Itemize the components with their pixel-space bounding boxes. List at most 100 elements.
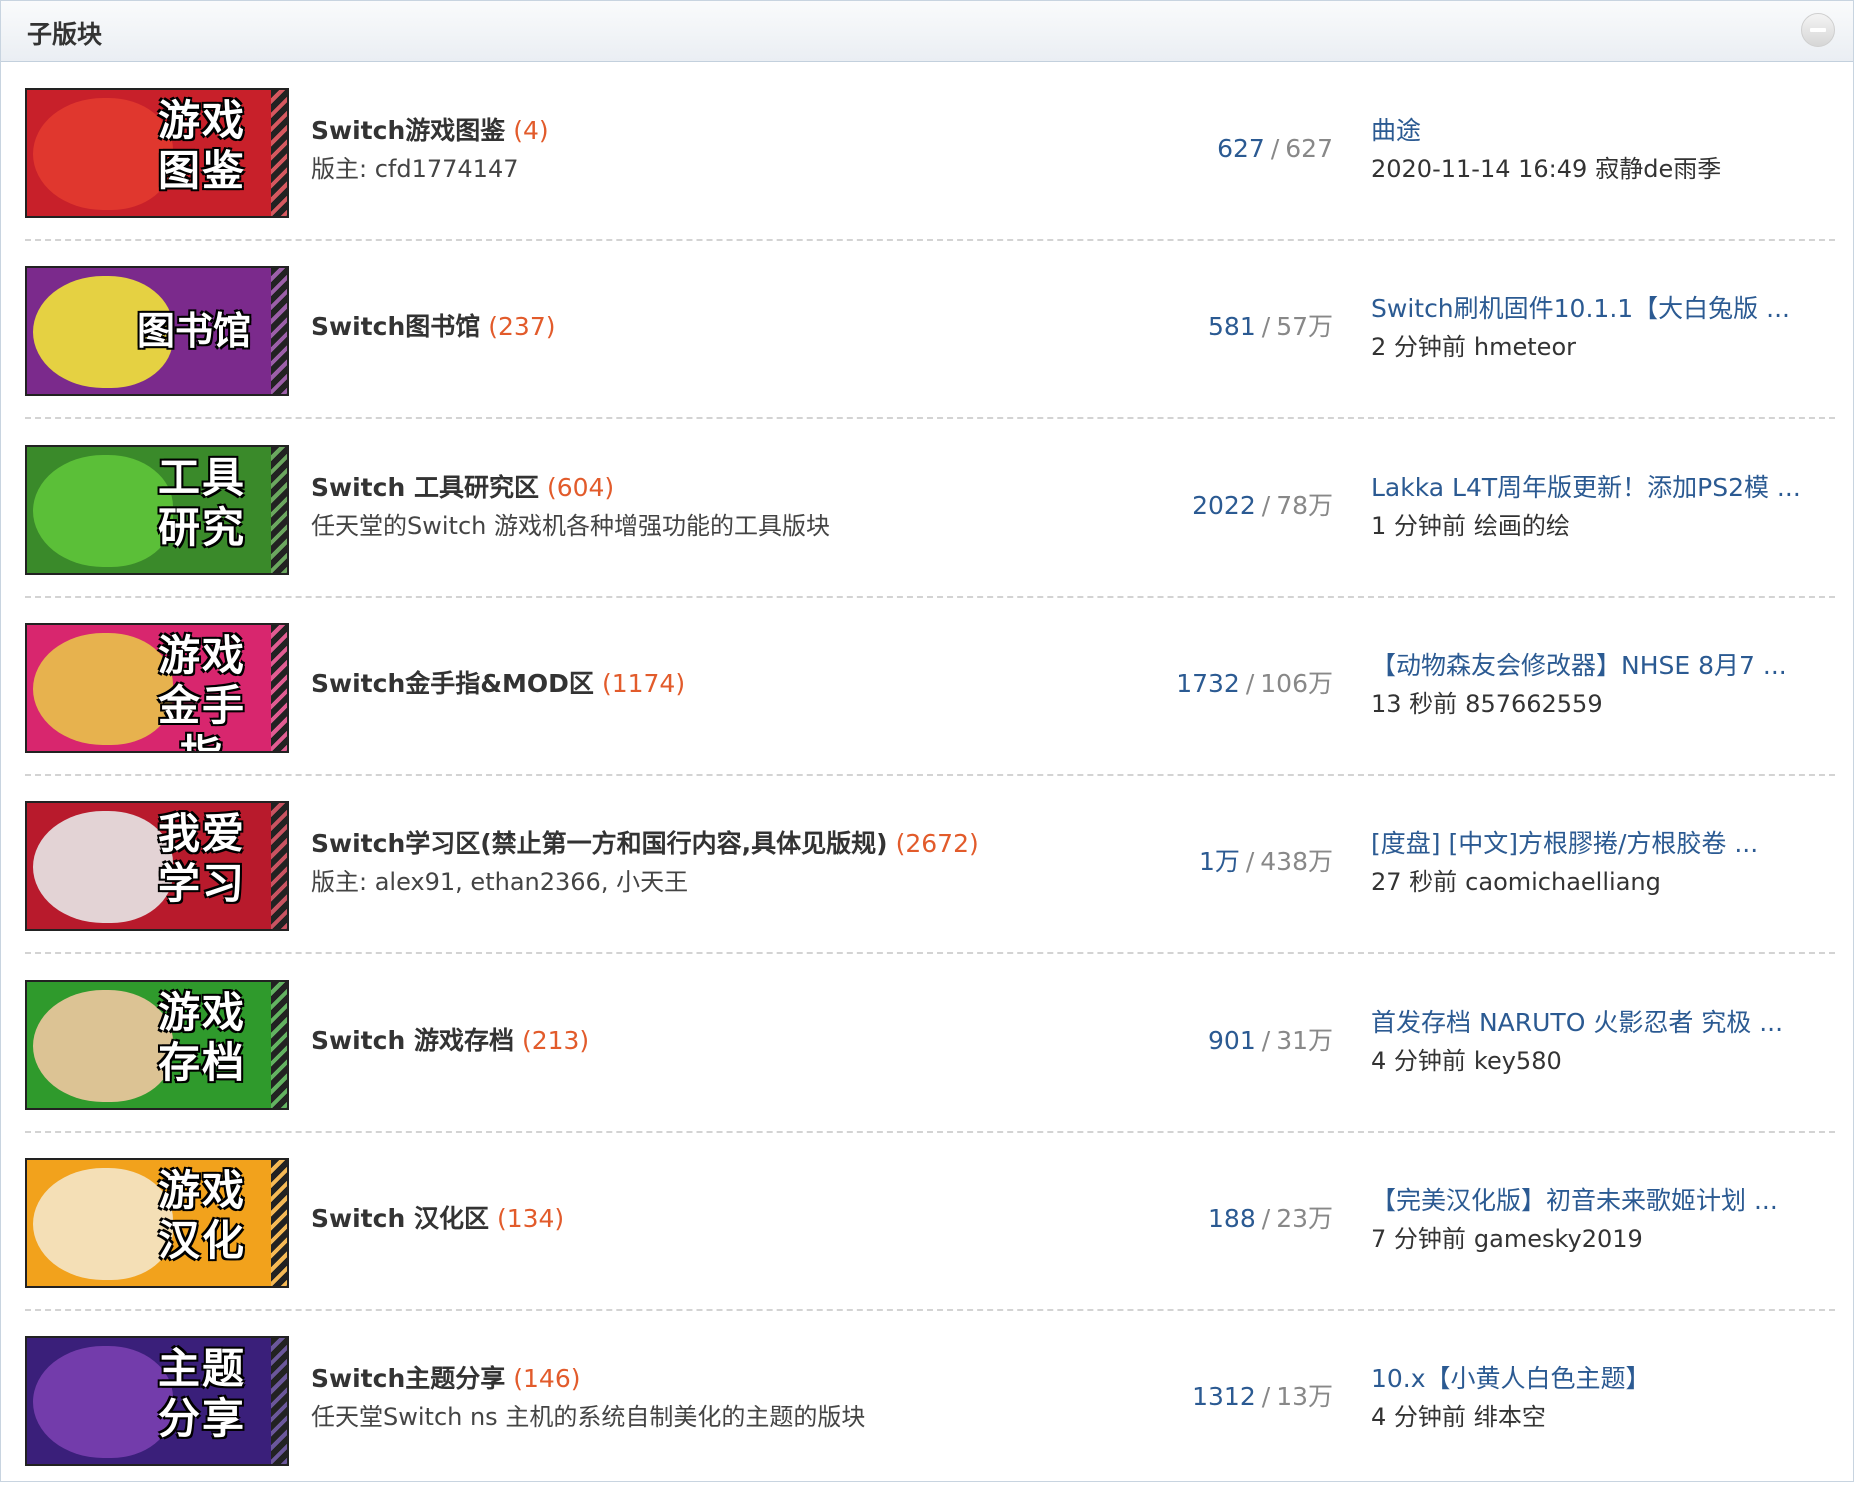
forum-stats: 581/57万 [1208,309,1333,345]
post-count: 627 [1285,134,1333,163]
forum-thumbnail[interactable]: 游戏金手指 [25,622,289,753]
latest-post: 【完美汉化版】初音未来歌姬计划 ... 7 分钟前 gamesky2019 [1371,1183,1811,1257]
forum-row: 游戏图鉴 Switch游戏图鉴 (4) 版主: cfd1774147 627/627 曲途… [1,63,1853,241]
panel-title: 子版块 [27,20,103,49]
thread-count: 1312 [1192,1382,1256,1412]
forum-info: Switch 游戏存档 (213) [311,1023,1171,1059]
thumbnail-stripe [271,446,287,573]
stats-separator: / [1245,847,1255,877]
forum-name-link[interactable]: Switch金手指&MOD区 [311,669,594,698]
forum-row: 工具研究 Switch 工具研究区 (604) 任天堂的Switch 游戏机各种增强功… [1,420,1853,598]
thread-count: 2022 [1192,490,1256,520]
latest-post-link[interactable]: 【动物森友会修改器】NHSE 8月7 ... [1371,648,1811,684]
latest-post-link[interactable]: 曲途 [1371,113,1811,149]
latest-post-author[interactable]: key580 [1474,1047,1562,1075]
latest-post: Switch刷机固件10.1.1【大白兔版 ... 2 分钟前 hmeteor [1371,291,1811,365]
forum-name-link[interactable]: Switch图书馆 [311,312,480,341]
today-count: (213) [521,1025,590,1055]
stats-separator: / [1261,1203,1271,1233]
post-count: 106万 [1260,668,1333,698]
forum-info: Switch金手指&MOD区 (1174) [311,666,1171,702]
today-count: (1174) [601,668,686,698]
latest-post-author[interactable]: gamesky2019 [1474,1225,1643,1253]
latest-post-link[interactable]: Switch刷机固件10.1.1【大白兔版 ... [1371,291,1811,327]
latest-post-time: 7 分钟前 [1371,1224,1466,1253]
stats-separator: / [1261,1025,1271,1055]
forum-thumbnail[interactable]: 工具研究 [25,444,289,575]
forum-name-link[interactable]: Switch游戏图鉴 [311,116,505,145]
today-count: (146) [513,1364,581,1394]
thumbnail-stripe [271,981,287,1108]
thumbnail-stripe [271,1338,287,1465]
thumbnail-label: 游戏金手指 [157,630,246,751]
forum-row: 图书馆 Switch图书馆 (237) 581/57万 Switch刷机固件10.1.1… [1,241,1853,420]
post-count: 23万 [1276,1203,1333,1233]
stats-separator: / [1261,312,1271,342]
forum-row: 游戏存档 Switch 游戏存档 (213) 901/31万 首发存档 NARUTO 火… [1,955,1853,1133]
latest-post-link[interactable]: 10.x【小黄人白色主题】 [1371,1361,1811,1397]
forum-description: 版主: alex91, ethan2366, 小天王 [311,868,689,897]
latest-post-author[interactable]: 寂静de雨季 [1595,155,1721,183]
today-count: (4) [513,116,549,145]
latest-post: Lakka L4T周年版更新！添加PS2模 ... 1 分钟前 绘画的绘 [1371,470,1811,544]
latest-post-link[interactable]: Lakka L4T周年版更新！添加PS2模 ... [1371,470,1811,506]
thread-count: 188 [1208,1203,1256,1233]
thumbnail-stripe [271,90,287,216]
forum-thumbnail[interactable]: 图书馆 [25,266,289,397]
forum-row: 游戏金手指Switch金手指&MOD区(1174)1732/106万【动物森友会… [1,598,1853,776]
forum-name-link[interactable]: Switch 工具研究区 [311,473,539,502]
forum-thumbnail[interactable]: 游戏存档 [25,979,289,1110]
thumbnail-stripe [271,624,287,751]
today-count: (134) [496,1203,565,1233]
latest-post: 10.x【小黄人白色主题】 4 分钟前 绯本空 [1371,1361,1811,1435]
forum-info: Switch图书馆 (237) [311,309,1171,345]
forum-thumbnail[interactable]: 游戏图鉴 [25,88,289,218]
thumbnail-label: 游戏图鉴 [157,96,246,195]
forum-thumbnail[interactable]: 游戏汉化 [25,1157,289,1288]
thumbnail-stripe [271,268,287,395]
forum-name-link[interactable]: Switch学习区(禁止第一方和国行内容,具体见版规) [311,829,888,858]
thread-count: 1万 [1198,847,1240,877]
latest-post-author[interactable]: 857662559 [1465,690,1602,718]
forum-name-link[interactable]: Switch 游戏存档 [311,1026,514,1055]
today-count: (604) [546,472,615,502]
forum-description: 版主: cfd1774147 [311,155,519,183]
forum-stats: 901/31万 [1208,1023,1333,1059]
post-count: 438万 [1260,847,1333,877]
latest-post-author[interactable]: caomichaelliang [1465,868,1661,896]
today-count: (2672) [895,829,979,859]
latest-post: [度盘] [中文]方根膠捲/方根胶卷 ... 27 秒前 caomichaellia… [1371,826,1811,900]
forum-row: 游戏汉化 Switch 汉化区 (134) 188/23万 【完美汉化版】初音未来歌姬计… [1,1133,1853,1311]
forum-name-link[interactable]: Switch 汉化区 [311,1204,489,1233]
post-count: 57万 [1276,312,1333,342]
thumbnail-label: 游戏汉化 [157,1165,246,1265]
forum-name-link[interactable]: Switch主题分享 [311,1364,505,1393]
latest-post-author[interactable]: 绯本空 [1474,1403,1546,1431]
forum-info: Switch 工具研究区 (604) 任天堂的Switch 游戏机各种增强功能的工具… [311,470,1171,544]
thumbnail-stripe [271,803,287,930]
latest-post-author[interactable]: 绘画的绘 [1474,512,1570,540]
forum-thumbnail[interactable]: 主题分享 [25,1336,289,1467]
thumbnail-label: 我爱学习 [157,809,246,909]
forum-description: 任天堂Switch ns 主机的系统自制美化的主题的版块 [311,1403,866,1432]
latest-post-link[interactable]: [度盘] [中文]方根膠捲/方根胶卷 ... [1371,826,1811,862]
latest-post-author[interactable]: hmeteor [1474,333,1576,361]
forum-thumbnail[interactable]: 我爱学习 [25,801,289,932]
forum-description: 任天堂的Switch 游戏机各种增强功能的工具版块 [311,511,830,540]
thread-count: 627 [1217,134,1265,163]
forum-stats: 627/627 [1217,131,1333,167]
latest-post-time: 27 秒前 [1371,868,1458,897]
forum-info: Switch主题分享 (146) 任天堂Switch ns 主机的系统自制美化的主题… [311,1361,1171,1435]
latest-post-time: 4 分钟前 [1371,1046,1466,1075]
forum-stats: 1732/106万 [1176,666,1333,702]
forum-stats: 1312/13万 [1192,1379,1333,1415]
forum-row: 我爱学习 Switch学习区(禁止第一方和国行内容,具体见版规) (2672) 版主:… [1,776,1853,955]
post-count: 31万 [1276,1025,1333,1055]
collapse-icon[interactable] [1801,13,1835,47]
latest-post-link[interactable]: 【完美汉化版】初音未来歌姬计划 ... [1371,1183,1811,1219]
forum-info: Switch游戏图鉴 (4) 版主: cfd1774147 [311,113,1171,187]
thumbnail-label: 工具研究 [157,452,246,552]
latest-post-link[interactable]: 首发存档 NARUTO 火影忍者 究极 ... [1371,1005,1811,1041]
latest-post-time: 4 分钟前 [1371,1403,1466,1432]
thumbnail-label: 主题分享 [157,1344,246,1444]
